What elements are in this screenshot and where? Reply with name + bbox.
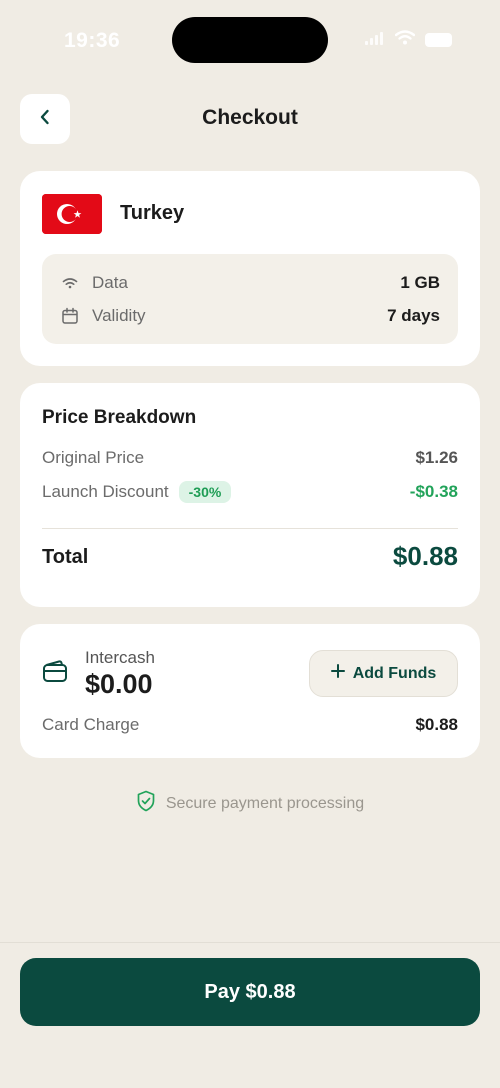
header: Checkout [20, 94, 480, 146]
plan-specs: Data 1 GB Validity 7 days [42, 254, 458, 344]
plus-icon [330, 664, 345, 683]
secure-payment-note: Secure payment processing [0, 790, 500, 817]
wallet-card: Intercash $0.00 Add Funds Card Charge $0… [20, 624, 480, 758]
wifi-icon [60, 277, 80, 289]
discount-badge: -30% [178, 481, 232, 503]
status-bar: 19:36 [0, 0, 500, 80]
pay-button[interactable]: Pay $0.88 [20, 958, 480, 1026]
original-price-label: Original Price [42, 448, 145, 467]
card-charge-label: Card Charge [42, 715, 140, 734]
spec-row-data: Data 1 GB [60, 271, 440, 295]
turkey-flag-icon [42, 194, 102, 234]
card-charge-row: Card Charge $0.88 [42, 713, 458, 737]
bottom-divider [0, 942, 500, 943]
spec-label: Data [92, 273, 128, 292]
calendar-icon [60, 307, 80, 325]
page-title: Checkout [202, 106, 298, 129]
signal-icon [365, 31, 385, 50]
discount-label: Launch Discount [42, 482, 169, 501]
dynamic-island [172, 17, 328, 63]
wifi-status-icon [394, 30, 416, 50]
total-label: Total [42, 546, 89, 568]
spec-value: 1 GB [400, 273, 440, 292]
price-breakdown-title: Price Breakdown [42, 407, 197, 428]
back-button[interactable] [20, 94, 70, 144]
wallet-icon [42, 660, 68, 689]
wallet-name: Intercash [85, 648, 155, 667]
add-funds-label: Add Funds [352, 664, 437, 682]
spec-label: Validity [92, 306, 146, 325]
original-price-value: $1.26 [415, 448, 458, 467]
status-icons [365, 30, 452, 50]
spec-value: 7 days [387, 306, 440, 325]
chevron-left-icon [38, 108, 52, 131]
add-funds-button[interactable]: Add Funds [309, 650, 458, 697]
original-price-row: Original Price $1.26 [42, 446, 458, 470]
country-name: Turkey [120, 202, 185, 224]
discount-row: Launch Discount -30% -$0.38 [42, 480, 458, 504]
total-value: $0.88 [392, 541, 458, 571]
shield-check-icon [136, 790, 156, 817]
status-time: 19:36 [64, 29, 121, 52]
discount-value: -$0.38 [409, 482, 458, 501]
wallet-balance: $0.00 [85, 669, 153, 699]
price-breakdown-card: Price Breakdown Original Price $1.26 Lau… [20, 383, 480, 607]
secure-text: Secure payment processing [165, 794, 365, 812]
spec-row-validity: Validity 7 days [60, 304, 440, 328]
divider [42, 528, 458, 529]
plan-card: Turkey Data 1 GB Validity 7 days [20, 171, 480, 366]
card-charge-value: $0.88 [415, 715, 458, 734]
battery-icon [425, 33, 452, 47]
